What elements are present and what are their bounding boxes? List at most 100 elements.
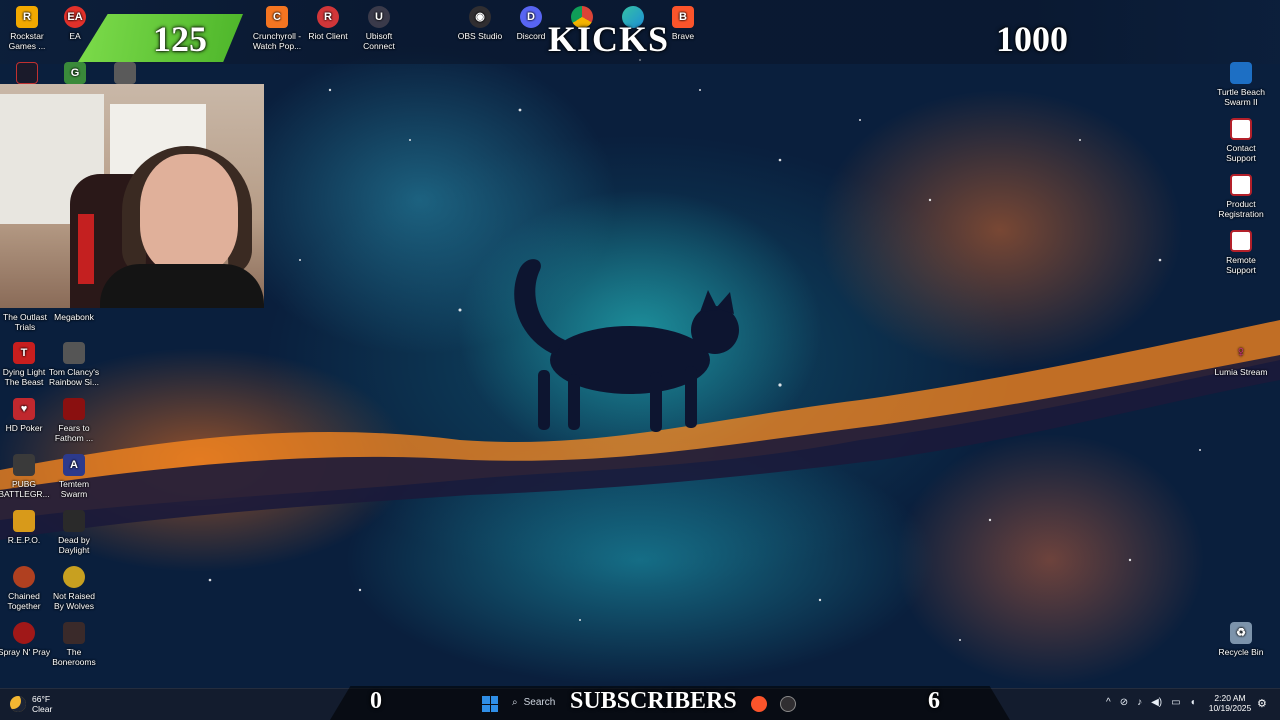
webcam-feed	[0, 84, 264, 308]
game-icon	[114, 62, 136, 84]
product-registration-icon	[1230, 174, 1252, 196]
streamer-shirt	[100, 264, 264, 308]
desktop-icon-label: Not Raised By Wolves	[52, 591, 96, 611]
notification-bell-icon[interactable]: ⚙	[1257, 697, 1267, 710]
repo-icon	[13, 510, 35, 532]
network-off-icon[interactable]: ⊘	[1120, 697, 1128, 708]
not-raised-by-wolves-icon	[63, 566, 85, 588]
desktop-icon-label: Remote Support	[1226, 255, 1256, 275]
temtem-icon: A	[63, 454, 85, 476]
desktop-icon-ea[interactable]: EA EA	[48, 6, 102, 41]
desktop-icon-dying-light[interactable]: T Dying Light The Beast	[0, 342, 51, 387]
desktop-icon-label: Crunchyroll - Watch Pop...	[252, 31, 302, 51]
ubisoft-icon: U	[368, 6, 390, 28]
chained-together-icon	[13, 566, 35, 588]
bonerooms-icon	[63, 622, 85, 644]
discord-icon: D	[520, 6, 542, 28]
desktop-icon-ubisoft[interactable]: U Ubisoft Connect	[352, 6, 406, 51]
desktop-icon-label: Lumia Stream	[1214, 367, 1268, 377]
desktop-icon-repo[interactable]: R.E.P.O.	[0, 510, 51, 545]
desktop-icon-fears-to-fathom[interactable]: Fears to Fathom ...	[47, 398, 101, 443]
desktop-icon-product-registration[interactable]: Product Registration	[1214, 174, 1268, 219]
desktop-icon-label: Dying Light The Beast	[2, 367, 46, 387]
desktop-icon-lumia-stream[interactable]: ♀ Lumia Stream	[1214, 342, 1268, 378]
gaming-chair-stripe	[78, 214, 94, 284]
desktop-icon-turtle-beach[interactable]: Turtle Beach Swarm II	[1214, 62, 1268, 107]
riot-icon: R	[317, 6, 339, 28]
desktop-icon-crunchyroll[interactable]: C Crunchyroll - Watch Pop...	[250, 6, 304, 51]
rainbow-six-icon	[63, 342, 85, 364]
taskbar-search[interactable]: ⌕ Search	[512, 697, 555, 708]
chevron-up-icon[interactable]: ^	[1106, 697, 1111, 708]
brave-icon: B	[672, 6, 694, 28]
taskbar-weather-widget[interactable]: 66°F Clear	[10, 694, 52, 714]
contact-support-icon	[1230, 118, 1252, 140]
desktop-icon-spray-n-pray[interactable]: Spray N' Pray	[0, 622, 51, 657]
desktop-icon-remote-support[interactable]: Remote Support	[1214, 230, 1268, 275]
desktop-icon-label: Tom Clancy's Rainbow Si...	[48, 367, 100, 387]
dying-light-icon: T	[13, 342, 35, 364]
game-icon: G	[64, 62, 86, 84]
turtle-beach-icon	[1230, 62, 1252, 84]
dead-by-daylight-icon	[63, 510, 85, 532]
kicks-goal: 1000	[996, 19, 1068, 59]
obs-icon: ◉	[469, 6, 491, 28]
crunchyroll-icon: C	[266, 6, 288, 28]
desktop-icon-recycle-bin[interactable]: ♻ Recycle Bin	[1214, 622, 1268, 657]
search-icon: ⌕	[512, 697, 518, 708]
desktop-icon-label: PUBG BATTLEGR...	[0, 479, 50, 499]
clock-time: 2:20 AM	[1214, 693, 1246, 703]
search-placeholder: Search	[523, 697, 556, 708]
ea-icon: EA	[64, 6, 86, 28]
desktop-icon-contact-support[interactable]: Contact Support	[1214, 118, 1268, 163]
desktop-icon-label: EA	[69, 31, 81, 41]
desktop-icon-label: Fears to Fathom ...	[54, 423, 94, 443]
desktop-icon-label: Riot Client	[308, 31, 348, 41]
display-icon[interactable]: ▭	[1171, 697, 1180, 708]
fears-to-fathom-icon	[63, 398, 85, 420]
desktop-icon-rainbow-six[interactable]: Tom Clancy's Rainbow Si...	[47, 342, 101, 387]
desktop-icon-bonerooms[interactable]: The Bonerooms	[47, 622, 101, 667]
kicks-count: 125	[153, 19, 207, 59]
pubg-icon	[13, 454, 35, 476]
desktop-icon-obs[interactable]: ◉ OBS Studio	[453, 6, 507, 41]
desktop-icon-label: Rockstar Games ...	[8, 31, 46, 51]
lumia-stream-icon: ♀	[1235, 344, 1247, 361]
subscribers-count: 0	[370, 688, 382, 714]
desktop-icon-label: Recycle Bin	[1218, 647, 1264, 657]
microphone-icon[interactable]: ♪	[1137, 697, 1142, 708]
subscribers-goal: 6	[928, 688, 940, 714]
desktop-icon-temtem-swarm[interactable]: A Temtem Swarm	[47, 454, 101, 499]
volume-icon[interactable]: ◖	[1190, 697, 1196, 708]
weather-description: Clear	[32, 704, 53, 714]
desktop-icon-rockstar[interactable]: R Rockstar Games ...	[0, 6, 54, 51]
desktop-icon-label: Contact Support	[1226, 143, 1256, 163]
desktop-icon-pubg[interactable]: PUBG BATTLEGR...	[0, 454, 51, 499]
desktop-icon-label: Chained Together	[7, 591, 41, 611]
desktop-icon-megabonk[interactable]: Megabonk	[47, 312, 101, 322]
system-tray: ^ ⊘ ♪ ◀) ▭ ◖	[1106, 697, 1196, 708]
desktop-icon-label: Ubisoft Connect	[363, 31, 395, 51]
desktop-icon-label: Temtem Swarm	[58, 479, 90, 499]
desktop-icon-not-raised-by-wolves[interactable]: Not Raised By Wolves	[47, 566, 101, 611]
desktop-icon-label: HD Poker	[5, 423, 43, 433]
rockstar-icon: R	[16, 6, 38, 28]
desktop-icon-hd-poker[interactable]: ♥ HD Poker	[0, 398, 51, 433]
kicks-title: KICKS	[548, 19, 670, 59]
desktop-icon-chained-together[interactable]: Chained Together	[0, 566, 51, 611]
taskbar-brave-icon[interactable]	[751, 696, 767, 712]
taskbar-obs-icon[interactable]	[780, 696, 796, 712]
start-button[interactable]	[482, 696, 498, 712]
clock-date: 10/19/2025	[1208, 703, 1252, 713]
speaker-icon[interactable]: ◀)	[1151, 697, 1162, 708]
desktop-icon-outlast-trials[interactable]: The Outlast Trials	[0, 312, 52, 332]
desktop-icon-label: Spray N' Pray	[0, 647, 51, 657]
taskbar-clock[interactable]: 2:20 AM 10/19/2025	[1206, 693, 1254, 713]
moon-weather-icon	[10, 696, 26, 712]
subscribers-title: SUBSCRIBERS	[570, 688, 737, 714]
desktop-icon-dead-by-daylight[interactable]: Dead by Daylight	[47, 510, 101, 555]
desktop-icon-riot-client[interactable]: R Riot Client	[301, 6, 355, 41]
desktop-icon-label: The Bonerooms	[52, 647, 96, 667]
streamer-face	[140, 154, 238, 274]
desktop-icon-label: R.E.P.O.	[7, 535, 41, 545]
